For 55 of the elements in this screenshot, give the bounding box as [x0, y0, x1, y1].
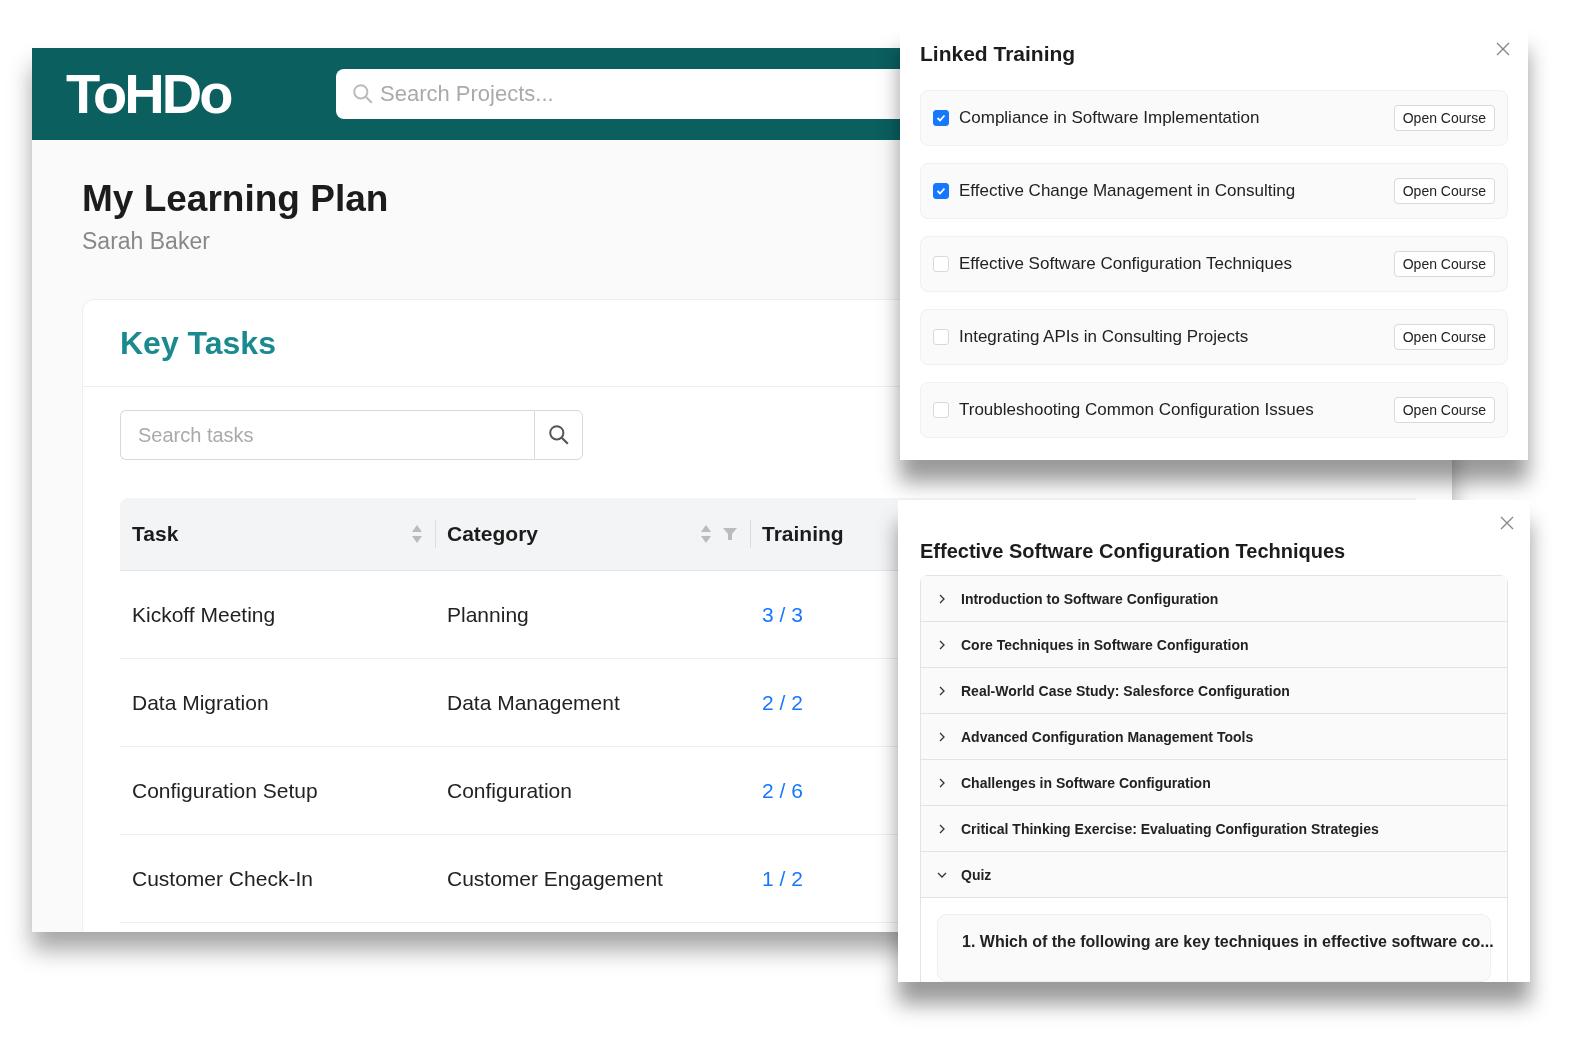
- page-title: My Learning Plan: [82, 178, 389, 220]
- search-icon: [547, 424, 570, 446]
- sort-icon[interactable]: [411, 523, 423, 545]
- table-cell-text: Configuration Setup: [131, 777, 319, 804]
- chevron-right-icon: [937, 639, 947, 650]
- search-icon: [352, 83, 374, 105]
- course-title: Integrating APIs in Consulting Projects: [959, 327, 1250, 347]
- logo: ToHDo: [66, 61, 232, 127]
- table-cell-text: Customer Check-In: [131, 865, 314, 892]
- accordion-item[interactable]: Advanced Configuration Management Tools: [921, 714, 1507, 760]
- table-cell-text: Data Management: [446, 689, 621, 716]
- accordion-item[interactable]: Quiz: [921, 852, 1507, 898]
- accordion-item[interactable]: Critical Thinking Exercise: Evaluating Configuration Strategies: [921, 806, 1507, 852]
- accordion-item[interactable]: Challenges in Software Configuration: [921, 760, 1507, 806]
- table-cell-text: Planning: [446, 601, 530, 628]
- dialog-title: Linked Training: [920, 42, 1076, 66]
- close-icon: [1496, 42, 1510, 56]
- course-title: Effective Software Configuration Techniques: [959, 254, 1293, 274]
- column-header[interactable]: Training: [762, 522, 844, 546]
- close-icon: [1500, 516, 1514, 530]
- open-course-button[interactable]: Open Course: [1393, 178, 1495, 204]
- accordion-item[interactable]: Introduction to Software Configuration: [921, 576, 1507, 622]
- chevron-right-icon: [937, 823, 947, 834]
- check-icon: [936, 186, 946, 196]
- checkbox[interactable]: [933, 183, 949, 199]
- dialog-title: Effective Software Configuration Techniques: [920, 540, 1346, 563]
- column-header[interactable]: Category: [447, 522, 690, 546]
- quiz-question: 1. Which of the following are key techniques in effective software co...: [937, 914, 1491, 982]
- table-cell-text: Configuration: [446, 777, 573, 804]
- card-title: Key Tasks: [120, 324, 276, 362]
- checkbox[interactable]: [933, 110, 949, 126]
- table-cell-text: Data Migration: [131, 689, 270, 716]
- chevron-right-icon: [937, 593, 947, 604]
- accordion-item[interactable]: Core Techniques in Software Configuration: [921, 622, 1507, 668]
- chevron-right-icon: [937, 777, 947, 788]
- column-header[interactable]: Task: [132, 522, 401, 546]
- filter-icon[interactable]: [722, 526, 738, 542]
- course-title: Troubleshooting Common Configuration Issues: [959, 400, 1315, 420]
- check-icon: [936, 113, 946, 123]
- open-course-button[interactable]: Open Course: [1393, 251, 1495, 277]
- table-cell-text: Kickoff Meeting: [131, 601, 277, 628]
- task-search-field[interactable]: Search tasks: [120, 410, 534, 460]
- search-button[interactable]: [534, 410, 583, 460]
- table-cell-text: Customer Engagement: [446, 865, 664, 892]
- close-button[interactable]: [1500, 516, 1514, 530]
- chevron-right-icon: [937, 731, 947, 742]
- user-name: Sarah Baker: [82, 228, 210, 255]
- course-title: Effective Change Management in Consulting: [959, 181, 1297, 201]
- open-course-button[interactable]: Open Course: [1393, 105, 1495, 131]
- open-course-button[interactable]: Open Course: [1393, 324, 1495, 350]
- accordion-item[interactable]: Real-World Case Study: Salesforce Configuration: [921, 668, 1507, 714]
- sort-icon[interactable]: [700, 523, 712, 545]
- close-button[interactable]: [1496, 42, 1510, 56]
- open-course-button[interactable]: Open Course: [1393, 397, 1495, 423]
- chevron-right-icon: [937, 685, 947, 696]
